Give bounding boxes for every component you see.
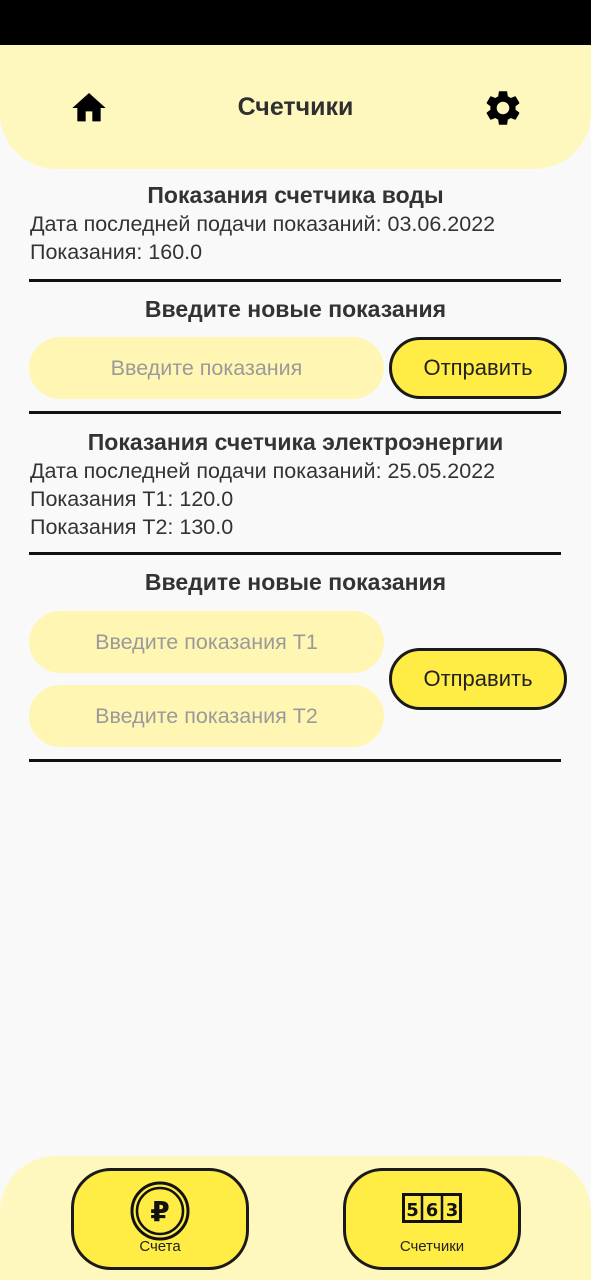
water-submit-button[interactable]: Отправить — [389, 337, 567, 399]
divider — [29, 552, 561, 555]
water-last-date: Дата последней подачи показаний: 03.06.2… — [30, 212, 496, 236]
gear-icon[interactable] — [482, 87, 524, 129]
status-bar — [0, 0, 591, 45]
nav-meters-button[interactable]: 5 6 3 Счетчики — [343, 1168, 521, 1270]
electricity-reading-t1: Показания T1: 120.0 — [30, 487, 234, 511]
svg-text:3: 3 — [446, 1200, 459, 1221]
water-meter-title: Показания счетчика воды — [147, 182, 444, 208]
svg-text:6: 6 — [426, 1200, 439, 1221]
electricity-reading-t2: Показания T2: 130.0 — [30, 515, 234, 539]
water-reading-input[interactable] — [29, 337, 384, 399]
electricity-meter-title: Показания счетчика электроэнергии — [87, 429, 504, 455]
nav-meters-label: Счетчики — [399, 1238, 465, 1255]
bottom-navigation: ₽ Счета 5 6 3 Счетчики — [0, 1156, 591, 1280]
t1-reading-input[interactable] — [29, 611, 384, 673]
electricity-last-date: Дата последней подачи показаний: 25.05.2… — [30, 459, 496, 483]
nav-bills-button[interactable]: ₽ Счета — [71, 1168, 249, 1270]
electricity-new-readings-title: Введите новые показания — [144, 569, 447, 595]
electricity-submit-button[interactable]: Отправить — [389, 648, 567, 710]
svg-text:5: 5 — [406, 1200, 419, 1221]
meter-counter-icon: 5 6 3 — [402, 1193, 462, 1223]
divider — [29, 411, 561, 414]
water-reading: Показания: 160.0 — [30, 240, 203, 264]
divider — [29, 759, 561, 762]
top-app-bar: Счетчики — [0, 45, 591, 169]
svg-text:₽: ₽ — [150, 1195, 169, 1228]
divider — [29, 279, 561, 282]
t2-reading-input[interactable] — [29, 685, 384, 747]
water-new-readings-title: Введите новые показания — [144, 296, 447, 322]
ruble-coin-icon: ₽ — [130, 1181, 190, 1241]
